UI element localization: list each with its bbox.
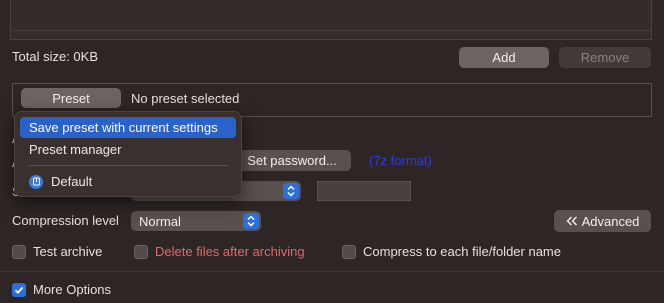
compress-each-label: Compress to each file/folder name	[363, 244, 561, 259]
advanced-label: Advanced	[581, 213, 640, 229]
test-archive-label: Test archive	[33, 244, 103, 259]
more-options-label: More Options	[33, 282, 112, 297]
preset-status: No preset selected	[131, 91, 240, 106]
file-list-divider	[11, 30, 651, 31]
menu-item-preset-manager[interactable]: Preset manager	[20, 139, 236, 160]
compress-each-checkbox[interactable]: Compress to each file/folder name	[342, 244, 561, 259]
delete-files-label: Delete files after archiving	[155, 244, 305, 259]
more-options-checkbox[interactable]: More Options	[12, 282, 111, 297]
preset-menu: Save preset with current settings Preset…	[14, 111, 242, 197]
divider	[0, 271, 664, 272]
option-field[interactable]	[317, 181, 411, 201]
double-chevron-left-icon	[566, 216, 578, 226]
checkbox-box[interactable]	[342, 244, 356, 259]
compression-level-select[interactable]: Normal	[131, 211, 261, 231]
format-link[interactable]: (7z format)	[369, 153, 432, 168]
checkbox-box[interactable]	[134, 244, 148, 259]
chevron-updown-icon	[283, 183, 299, 199]
chevron-updown-icon	[243, 213, 259, 229]
remove-button[interactable]: Remove	[559, 47, 651, 68]
preset-button[interactable]: Preset	[21, 88, 121, 108]
set-password-button[interactable]: Set password...	[233, 150, 351, 171]
menu-item-save-preset[interactable]: Save preset with current settings	[20, 117, 236, 138]
advanced-button[interactable]: Advanced	[554, 210, 651, 232]
compression-level-label: Compression level	[12, 213, 119, 228]
test-archive-checkbox[interactable]: Test archive	[12, 244, 102, 259]
compression-level-value: Normal	[139, 213, 181, 229]
archive-icon	[29, 174, 43, 189]
delete-files-checkbox[interactable]: Delete files after archiving	[134, 244, 305, 259]
menu-item-default[interactable]: Default	[20, 171, 236, 192]
menu-separator	[29, 165, 228, 166]
menu-item-default-label: Default	[51, 174, 93, 189]
add-button[interactable]: Add	[459, 47, 549, 68]
total-size-label: Total size: 0KB	[12, 49, 98, 64]
checkmark-icon[interactable]	[12, 282, 26, 297]
checkbox-box[interactable]	[12, 244, 26, 259]
file-list[interactable]	[10, 0, 652, 40]
